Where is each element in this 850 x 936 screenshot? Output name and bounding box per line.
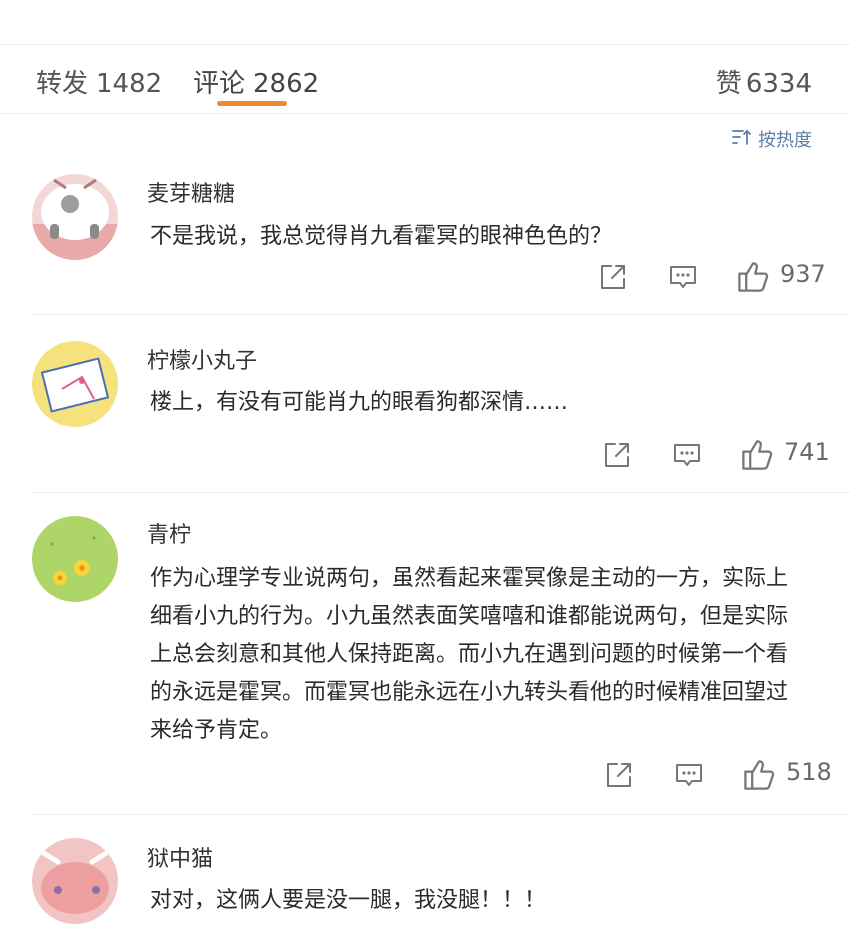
comment-icon[interactable] (672, 440, 702, 470)
tab-repost-count: 1482 (96, 69, 163, 99)
sort-icon (732, 128, 752, 151)
comment-username[interactable]: 柠檬小丸子 (147, 343, 257, 375)
tab-comments-label: 评论 (193, 69, 246, 99)
tab-comments[interactable]: 评论 2862 (193, 63, 319, 100)
comment-username[interactable]: 麦芽糖糖 (147, 176, 235, 208)
active-tab-indicator (217, 101, 287, 106)
comment-actions: 741 (0, 438, 850, 480)
share-icon[interactable] (602, 440, 632, 470)
comment-text: 作为心理学专业说两句，虽然看起来霍冥像是主动的一方，实际上细看小九的行为。小九虽… (150, 566, 789, 743)
avatar[interactable] (32, 174, 118, 260)
thumbs-up-icon[interactable] (736, 260, 770, 294)
like-count: 741 (784, 438, 830, 466)
tab-comments-count: 2862 (253, 69, 320, 99)
share-icon[interactable] (598, 262, 628, 292)
tab-likes-label: 赞 (715, 69, 742, 99)
comment-text: 不是我说，我总觉得肖九看霍冥的眼神色色的？ (150, 224, 613, 249)
divider (32, 492, 850, 493)
comment-icon[interactable] (674, 760, 704, 790)
sort-label: 按热度 (758, 130, 812, 151)
avatar[interactable] (32, 341, 118, 427)
tab-repost-label: 转发 (36, 69, 89, 99)
divider (32, 814, 850, 815)
comment-tabs: 转发 1482 评论 2862 赞 6334 (0, 44, 850, 114)
comment-icon[interactable] (668, 262, 698, 292)
like-count: 518 (786, 758, 832, 786)
comment-text: 对对，这俩人要是没一腿，我没腿！！！ (150, 888, 547, 913)
avatar[interactable] (32, 838, 118, 924)
tab-repost[interactable]: 转发 1482 (36, 63, 162, 100)
comment-text: 楼上，有没有可能肖九的眼看狗都深情…… (150, 390, 569, 415)
comment-username[interactable]: 青柠 (147, 517, 191, 549)
like-count: 937 (780, 260, 826, 288)
comment-actions: 518 (0, 758, 850, 800)
comment-username[interactable]: 狱中猫 (147, 841, 213, 873)
tab-likes[interactable]: 赞 6334 (716, 63, 812, 100)
sort-by-hot-button[interactable]: 按热度 (732, 126, 812, 152)
thumbs-up-icon[interactable] (740, 438, 774, 472)
comment-actions: 937 (0, 260, 850, 302)
share-icon[interactable] (604, 760, 634, 790)
avatar[interactable] (32, 516, 118, 602)
thumbs-up-icon[interactable] (742, 758, 776, 792)
tab-likes-count: 6334 (745, 69, 812, 99)
divider (32, 314, 850, 315)
